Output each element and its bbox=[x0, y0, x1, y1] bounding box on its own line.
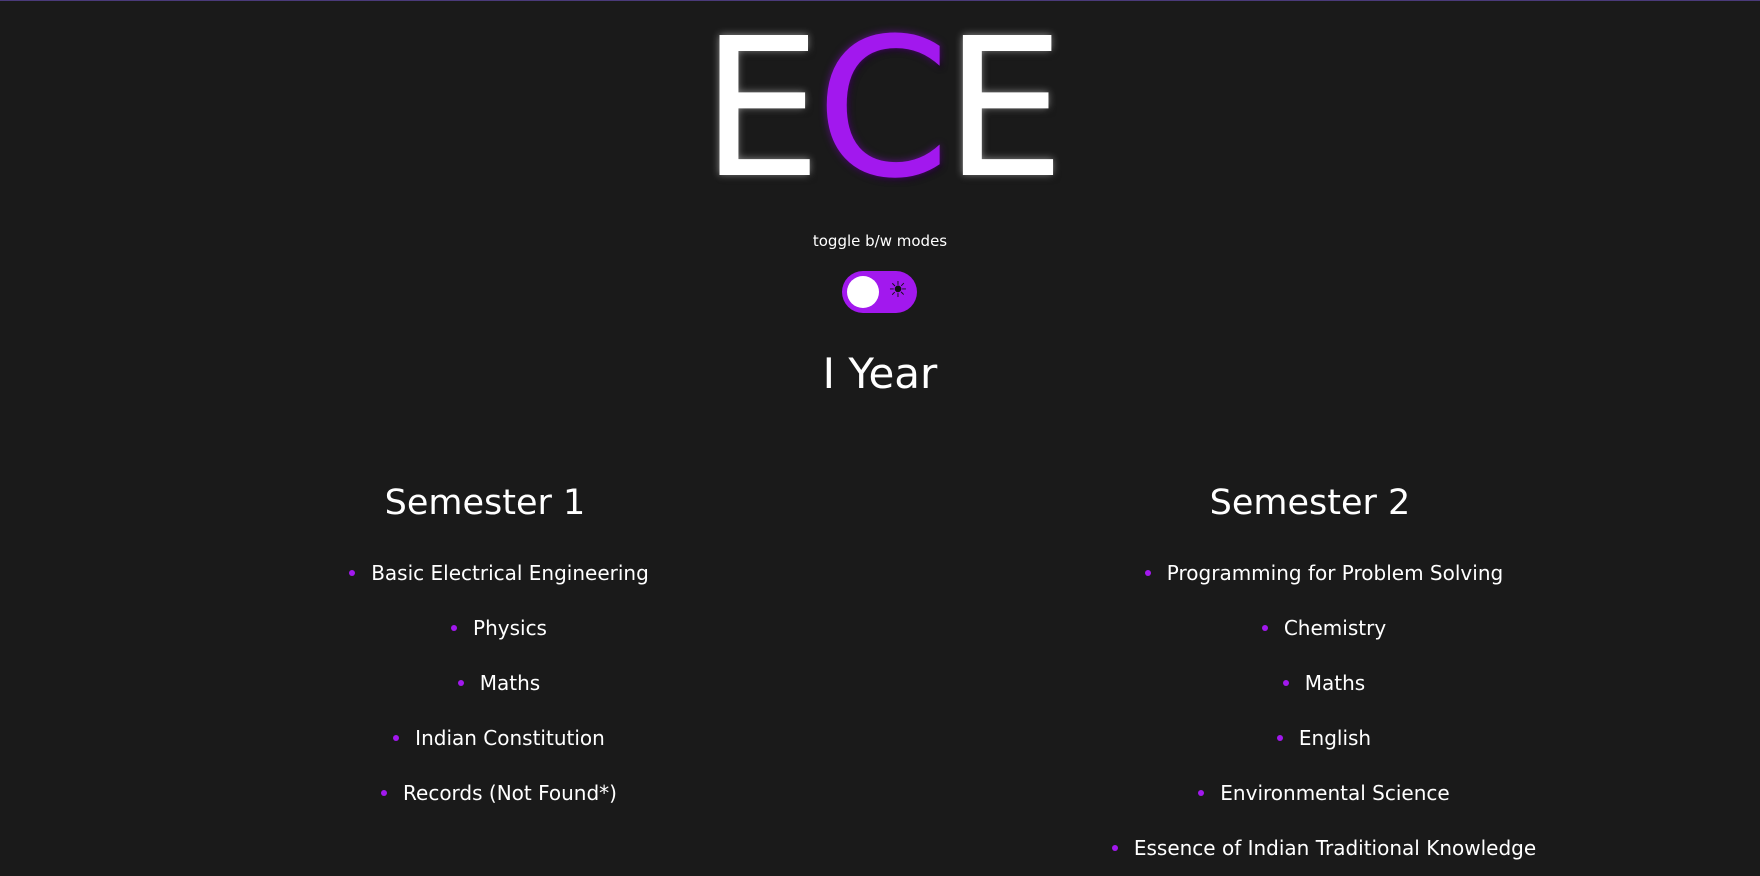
logo-letter-e1: E bbox=[700, 0, 822, 221]
bullet-icon bbox=[451, 624, 458, 631]
bullet-icon bbox=[1282, 679, 1289, 686]
subject-label[interactable]: Chemistry bbox=[1284, 616, 1386, 640]
bullet-icon bbox=[1144, 569, 1151, 576]
list-item[interactable]: Basic Electrical Engineering bbox=[205, 546, 765, 601]
bullet-icon bbox=[1198, 789, 1205, 796]
bullet-icon bbox=[381, 789, 388, 796]
subject-label[interactable]: Programming for Problem Solving bbox=[1167, 561, 1503, 585]
subject-label[interactable]: Maths bbox=[480, 671, 540, 695]
year-title: I Year bbox=[822, 349, 938, 398]
logo-letter-c: C bbox=[815, 0, 950, 221]
semester-2-section: Semester 2 Programming for Problem Solvi… bbox=[1030, 478, 1590, 876]
semester-2-subject-list: Programming for Problem Solving Chemistr… bbox=[1030, 546, 1590, 876]
bullet-icon bbox=[457, 679, 464, 686]
toggle-mode-label: toggle b/w modes bbox=[812, 232, 948, 250]
semester-1-section: Semester 1 Basic Electrical Engineering … bbox=[205, 478, 765, 821]
bullet-icon bbox=[1276, 734, 1283, 741]
subject-label[interactable]: Physics bbox=[473, 616, 547, 640]
theme-toggle-switch[interactable]: ☀ bbox=[842, 271, 917, 313]
subject-label[interactable]: Records (Not Found*) bbox=[403, 781, 617, 805]
list-item[interactable]: Programming for Problem Solving bbox=[1030, 546, 1590, 601]
bullet-icon bbox=[349, 569, 356, 576]
subject-label[interactable]: English bbox=[1299, 726, 1371, 750]
list-item[interactable]: Maths bbox=[205, 656, 765, 711]
semester-1-subject-list: Basic Electrical Engineering Physics Mat… bbox=[205, 546, 765, 821]
bullet-icon bbox=[1261, 624, 1268, 631]
list-item[interactable]: Maths bbox=[1030, 656, 1590, 711]
semester-2-title: Semester 2 bbox=[1209, 483, 1411, 523]
site-header: E C E bbox=[0, 0, 1760, 221]
list-item[interactable]: English bbox=[1030, 711, 1590, 766]
subject-label[interactable]: Indian Constitution bbox=[415, 726, 605, 750]
toggle-knob[interactable] bbox=[847, 276, 879, 308]
subject-label[interactable]: Maths bbox=[1305, 671, 1365, 695]
bullet-icon bbox=[393, 734, 400, 741]
list-item[interactable]: Chemistry bbox=[1030, 601, 1590, 656]
subject-label[interactable]: Environmental Science bbox=[1220, 781, 1449, 805]
list-item[interactable]: Environmental Science bbox=[1030, 766, 1590, 821]
subject-label[interactable]: Essence of Indian Traditional Knowledge bbox=[1134, 836, 1536, 860]
logo-letter-e2: E bbox=[944, 0, 1065, 221]
subject-label[interactable]: Basic Electrical Engineering bbox=[371, 561, 649, 585]
list-item[interactable]: Indian Constitution bbox=[205, 711, 765, 766]
list-item[interactable]: Records (Not Found*) bbox=[205, 766, 765, 821]
bullet-icon bbox=[1111, 844, 1118, 851]
sun-icon: ☀ bbox=[888, 278, 908, 303]
ece-logo[interactable]: E C E bbox=[700, 0, 1066, 221]
semester-1-title: Semester 1 bbox=[384, 483, 586, 523]
list-item[interactable]: Physics bbox=[205, 601, 765, 656]
